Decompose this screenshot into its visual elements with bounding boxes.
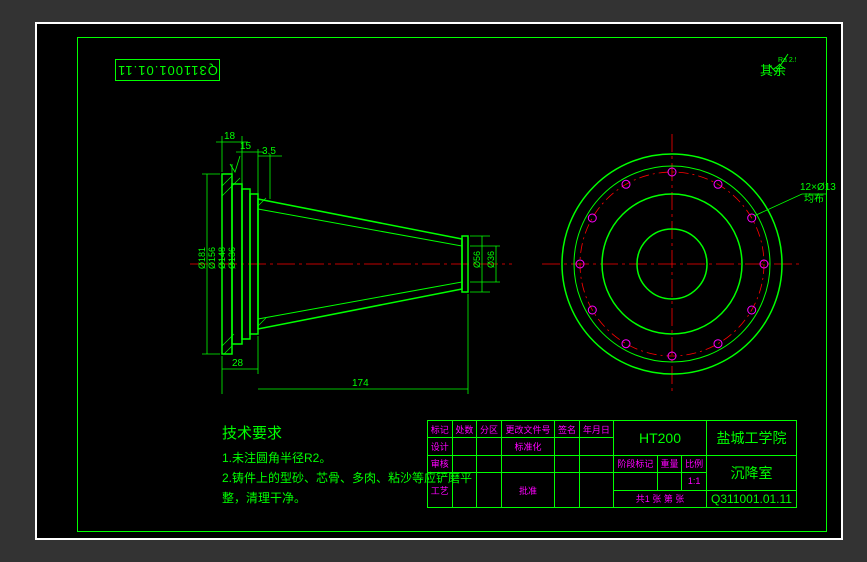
tb-r4c1: 工艺 xyxy=(428,473,453,508)
tb-org: 盐城工学院 xyxy=(707,421,797,456)
svg-text:Ø136: Ø136 xyxy=(227,247,237,269)
tb-scale: 1:1 xyxy=(682,473,707,490)
tb-partname: 沉降室 xyxy=(707,455,797,490)
svg-text:Ø148: Ø148 xyxy=(217,247,227,269)
ra-value: Ra 2.5 xyxy=(778,57,796,64)
tb-m3: 比例 xyxy=(682,455,707,472)
tb-r1c5: 签名 xyxy=(555,421,580,438)
svg-text:Ø36: Ø36 xyxy=(486,251,496,268)
tb-m2: 重量 xyxy=(657,455,682,472)
surface-symbol-icon: Ra 2.5 xyxy=(768,52,796,74)
tb-m1: 阶段标记 xyxy=(613,455,657,472)
svg-text:3.5: 3.5 xyxy=(262,146,276,157)
title-block: 标记 处数 分区 更改文件号 签名 年月日 HT200 盐城工学院 设计 标准化… xyxy=(427,420,797,508)
svg-text:174: 174 xyxy=(352,378,369,389)
svg-text:Ø56: Ø56 xyxy=(472,251,482,268)
tb-r1c3: 分区 xyxy=(477,421,502,438)
tb-r1c2: 处数 xyxy=(452,421,477,438)
tb-r1c4: 更改文件号 xyxy=(501,421,554,438)
bottom-dimensions: 28 174 xyxy=(222,294,468,394)
tb-r3c1: 审核 xyxy=(428,455,453,472)
svg-text:18: 18 xyxy=(224,131,236,142)
left-diameter-dims: Ø181 Ø156 Ø148 Ø136 xyxy=(197,164,237,354)
tb-sheetinfo: 共1 张 第 张 xyxy=(613,490,706,507)
tb-r4c2: 批准 xyxy=(501,473,554,508)
flange-face-view: 12×Ø13 均布 xyxy=(542,134,836,394)
tb-r1c6: 年月日 xyxy=(579,421,613,438)
cad-canvas[interactable]: Q311001.01.11 其余 Ra 2.5 xyxy=(35,22,843,540)
svg-text:Ø181: Ø181 xyxy=(197,247,207,269)
svg-text:Ø156: Ø156 xyxy=(207,247,217,269)
tb-r1c1: 标记 xyxy=(428,421,453,438)
tb-r2c6: 标准化 xyxy=(501,438,554,455)
svg-text:15: 15 xyxy=(240,141,252,152)
tb-material: HT200 xyxy=(613,421,706,456)
tb-r2c1: 设计 xyxy=(428,438,453,455)
svg-text:12×Ø13: 12×Ø13 xyxy=(800,182,836,193)
tb-drawingno: Q311001.01.11 xyxy=(707,490,797,507)
side-section-view: 18 15 3.5 28 174 Ø181 xyxy=(190,131,512,394)
surface-finish-corner: 其余 Ra 2.5 xyxy=(760,60,786,79)
drawing-viewport[interactable]: 18 15 3.5 28 174 Ø181 xyxy=(112,94,862,394)
svg-text:28: 28 xyxy=(232,358,244,369)
svg-text:均布: 均布 xyxy=(804,193,824,205)
mirrored-id-box: Q311001.01.11 xyxy=(115,59,220,81)
